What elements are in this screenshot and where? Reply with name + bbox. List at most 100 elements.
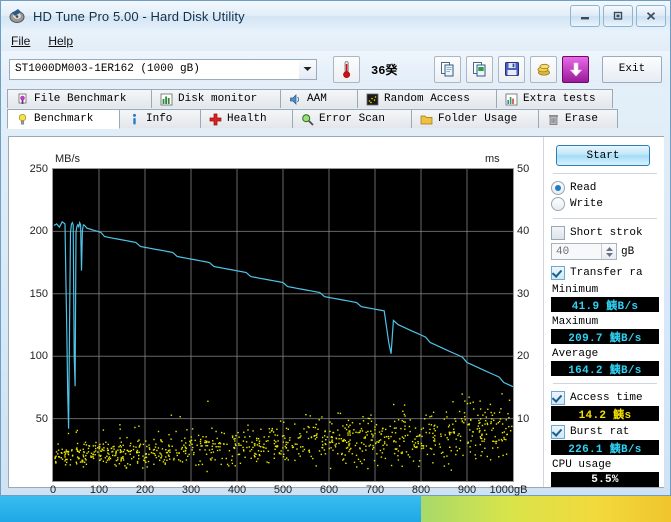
checkbox-burst-rate-icon[interactable] bbox=[551, 424, 565, 439]
checkbox-transfer-rate-icon[interactable] bbox=[551, 265, 565, 280]
tab-label: Extra tests bbox=[523, 93, 596, 105]
toolbar: ST1000DM003-1ER162 (1000 gB) 36癸 Exit bbox=[1, 51, 670, 87]
chart-x-tick-label: 500 bbox=[273, 484, 293, 496]
stat-access-time-value: 14.2 鮧s bbox=[551, 406, 659, 422]
window-title: HD Tune Pro 5.00 - Hard Disk Utility bbox=[33, 8, 245, 24]
chart-y2-tick-label: 50 bbox=[517, 163, 530, 175]
tab-label: Health bbox=[227, 113, 267, 125]
minimize-button[interactable] bbox=[570, 5, 600, 27]
random-access-icon bbox=[366, 93, 379, 105]
trash-icon bbox=[549, 114, 558, 125]
speaker-icon bbox=[290, 93, 299, 105]
chart-x-tick-label: 0 bbox=[49, 484, 57, 496]
checkbox-access-time[interactable]: Access time bbox=[551, 390, 659, 405]
stat-cpu-usage-label: CPU usage bbox=[552, 459, 612, 471]
short-stroke-size-value: 40 bbox=[556, 245, 570, 258]
radio-read[interactable]: Read bbox=[551, 180, 659, 195]
short-stroke-size-stepper[interactable]: 40 bbox=[551, 243, 617, 260]
tab-disk-monitor[interactable]: Disk monitor bbox=[151, 89, 281, 108]
tab-error-scan[interactable]: Error Scan bbox=[292, 109, 412, 128]
close-button[interactable] bbox=[636, 5, 666, 27]
maximize-button[interactable] bbox=[603, 5, 633, 27]
checkbox-access-time-label: Access time bbox=[570, 391, 643, 404]
tab-info[interactable]: Info bbox=[119, 109, 201, 128]
stat-average-value: 164.2 鮧B/s bbox=[551, 361, 659, 377]
chart-x-tick-label: 1000gB bbox=[489, 484, 528, 496]
stat-minimum-label: Minimum bbox=[552, 284, 599, 296]
copy-image-button[interactable] bbox=[466, 55, 493, 83]
tab-extra-tests[interactable]: Extra tests bbox=[496, 89, 613, 108]
download-button[interactable] bbox=[562, 55, 589, 83]
tab-label: Error Scan bbox=[319, 113, 386, 125]
tab-label: Benchmark bbox=[34, 113, 94, 125]
options-button[interactable] bbox=[530, 55, 557, 83]
benchmark-panel: MB/s ms 50 100 150 200 250 10 20 30 40 50 0 100 20… bbox=[8, 136, 664, 496]
tab-health[interactable]: Health bbox=[200, 109, 293, 128]
file-benchmark-icon bbox=[18, 93, 27, 104]
tab-label: Random Access bbox=[384, 93, 470, 105]
magnifier-icon bbox=[302, 113, 314, 126]
tab-label: Erase bbox=[565, 113, 599, 125]
tab-aam[interactable]: AAM bbox=[280, 89, 358, 108]
chart-plot-area bbox=[52, 168, 514, 482]
folder-icon bbox=[420, 115, 433, 124]
radio-read-icon[interactable] bbox=[551, 180, 565, 195]
exit-button[interactable]: Exit bbox=[602, 55, 662, 83]
radio-read-label: Read bbox=[570, 181, 597, 194]
drive-select-value: ST1000DM003-1ER162 (1000 gB) bbox=[15, 63, 200, 75]
start-button-label: Start bbox=[586, 149, 620, 162]
tab-label: Info bbox=[146, 113, 173, 125]
chart-x-tick-label: 600 bbox=[319, 484, 339, 496]
chart-x-tick-label: 900 bbox=[457, 484, 477, 496]
chart-y2-tick-label: 20 bbox=[517, 350, 530, 363]
tab-benchmark[interactable]: Benchmark bbox=[7, 109, 120, 129]
start-button[interactable]: Start bbox=[556, 145, 650, 166]
tab-folder-usage[interactable]: Folder Usage bbox=[411, 109, 539, 128]
checkbox-burst-rate[interactable]: Burst rat bbox=[551, 424, 659, 439]
checkbox-short-stroke[interactable]: Short strok bbox=[551, 225, 659, 240]
stat-cpu-usage-value: 5.5% bbox=[551, 472, 659, 487]
application-window: HD Tune Pro 5.00 - Hard Disk Utility Fil… bbox=[0, 0, 671, 496]
thermometer-icon[interactable] bbox=[333, 55, 360, 83]
short-stroke-size-row: 40 gB bbox=[551, 243, 659, 260]
menu-item-help[interactable]: Help bbox=[48, 34, 73, 48]
hdtune-icon bbox=[9, 8, 26, 25]
toolbar-buttons: Exit bbox=[434, 55, 662, 83]
tab-label: Disk monitor bbox=[178, 93, 258, 105]
chevron-down-icon[interactable] bbox=[299, 59, 316, 79]
stepper-arrows-icon[interactable] bbox=[601, 244, 616, 259]
chart-y2-tick-label: 40 bbox=[517, 225, 530, 238]
drive-select[interactable]: ST1000DM003-1ER162 (1000 gB) bbox=[9, 58, 317, 80]
tab-row-top: File Benchmark Disk monitor AAM Random A… bbox=[7, 89, 664, 109]
chart-y2-axis-unit: ms bbox=[485, 153, 500, 165]
checkbox-access-time-icon[interactable] bbox=[551, 390, 565, 405]
benchmark-sidebar: Start Read Write Short strok 40 gB Trans… bbox=[543, 137, 664, 487]
chart-canvas bbox=[53, 169, 514, 481]
stat-minimum-value: 41.9 鮧B/s bbox=[551, 297, 659, 313]
copy-button[interactable] bbox=[434, 55, 461, 83]
extra-tests-icon bbox=[505, 93, 518, 105]
chart-x-tick-label: 700 bbox=[365, 484, 385, 496]
chart-y-tick-label: 100 bbox=[29, 350, 48, 363]
radio-write-label: Write bbox=[570, 197, 604, 210]
radio-write[interactable]: Write bbox=[551, 196, 659, 211]
radio-write-icon[interactable] bbox=[551, 196, 565, 211]
save-button[interactable] bbox=[498, 55, 525, 83]
tab-erase[interactable]: Erase bbox=[538, 109, 618, 128]
disk-monitor-icon bbox=[160, 93, 173, 105]
tab-random-access[interactable]: Random Access bbox=[357, 89, 497, 108]
stat-burst-rate-value: 226.1 鮧B/s bbox=[551, 440, 659, 456]
info-icon bbox=[133, 113, 136, 124]
stat-maximum-label: Maximum bbox=[552, 316, 599, 328]
chart-y-tick-label: 200 bbox=[29, 225, 48, 238]
chart-x-axis-labels: 0 100 200 300 400 500 600 700 800 900 1000gB bbox=[9, 484, 539, 500]
tab-file-benchmark[interactable]: File Benchmark bbox=[7, 89, 152, 108]
menu-item-file[interactable]: File bbox=[11, 34, 30, 48]
checkbox-short-stroke-icon[interactable] bbox=[551, 225, 565, 240]
chart-x-tick-label: 400 bbox=[227, 484, 247, 496]
chart-y-tick-label: 150 bbox=[29, 287, 48, 300]
lightbulb-icon bbox=[18, 113, 27, 124]
benchmark-chart: MB/s ms 50 100 150 200 250 10 20 30 40 50 0 100 20… bbox=[9, 137, 539, 496]
checkbox-transfer-rate[interactable]: Transfer ra bbox=[551, 265, 659, 280]
menu-bar: File Help bbox=[1, 31, 670, 51]
